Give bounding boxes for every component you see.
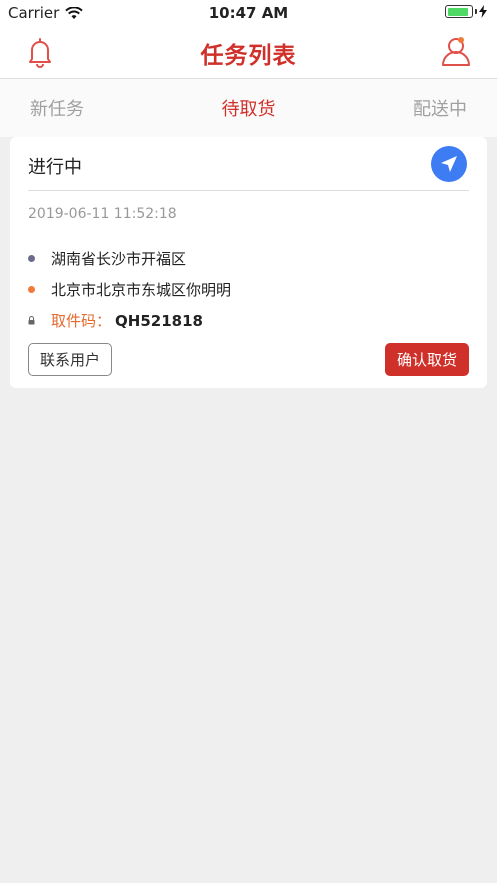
lock-icon — [28, 316, 35, 325]
confirm-pickup-button[interactable]: 确认取货 — [385, 343, 469, 376]
task-status: 进行中 — [28, 157, 82, 178]
tab-new[interactable]: 新任务 — [0, 95, 114, 121]
pickup-dot-icon — [28, 255, 35, 262]
navigate-button[interactable] — [431, 146, 467, 182]
navigation-arrow-icon — [441, 156, 457, 172]
task-time: 2019-06-11 11:52:18 — [28, 206, 177, 222]
battery-icon — [445, 5, 487, 18]
pickup-address-row: 湖南省长沙市开福区 — [28, 248, 186, 269]
status-time: 10:47 AM — [208, 4, 289, 22]
page-title: 任务列表 — [200, 43, 297, 69]
pickup-code-value: QH521818 — [115, 311, 203, 330]
charging-icon — [479, 5, 487, 18]
delivery-dot-icon — [28, 286, 35, 293]
task-card: 进行中 2019-06-11 11:52:18 湖南省长沙市开福区 北京市北京市… — [10, 137, 487, 388]
user-icon[interactable] — [439, 34, 473, 68]
delivery-address-row: 北京市北京市东城区你明明 — [28, 279, 231, 300]
tab-delivering[interactable]: 配送中 — [383, 95, 497, 121]
task-tabs: 新任务 待取货 配送中 — [0, 79, 497, 137]
tab-pickup[interactable]: 待取货 — [192, 95, 306, 121]
delivery-address: 北京市北京市东城区你明明 — [51, 281, 232, 299]
pickup-code-label: 取件码： — [51, 312, 112, 330]
pickup-address: 湖南省长沙市开福区 — [51, 250, 187, 268]
card-header: 进行中 — [28, 137, 469, 191]
pickup-code-row: 取件码： QH521818 — [28, 310, 203, 331]
contact-user-button[interactable]: 联系用户 — [28, 343, 112, 376]
status-bar: Carrier 10:47 AM — [0, 0, 497, 26]
nav-bar: 任务列表 — [0, 26, 497, 79]
